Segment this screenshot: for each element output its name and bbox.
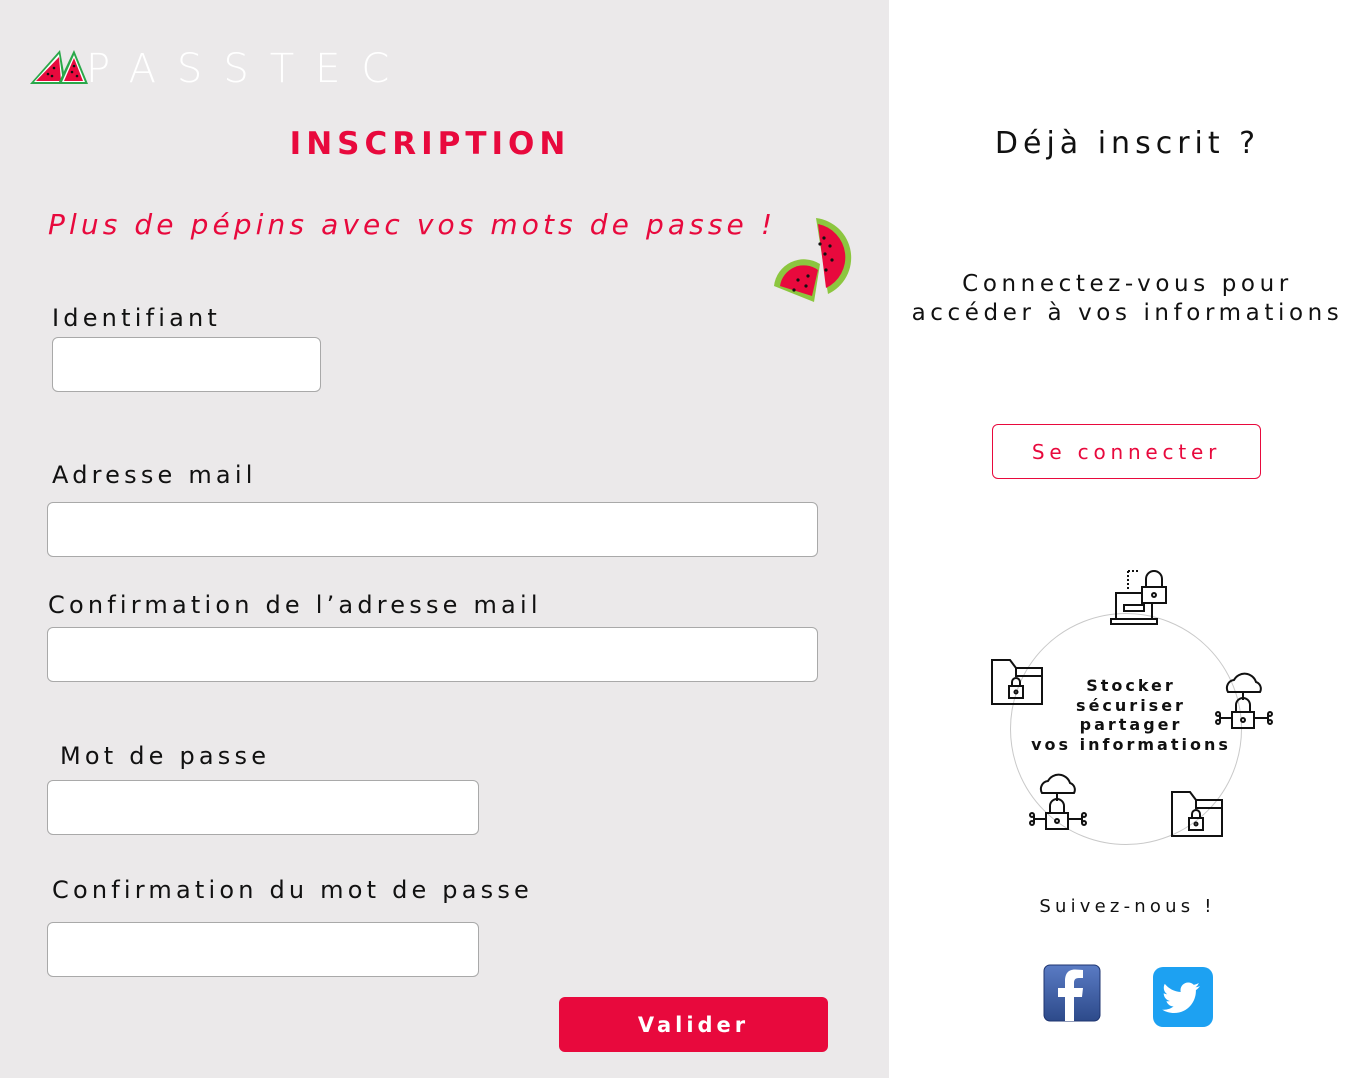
password-label: Mot de passe [60,742,271,770]
login-subtitle-line1: Connectez-vous pour [962,271,1293,297]
password-confirm-input[interactable] [47,922,479,977]
email-confirm-label: Confirmation de l’adresse mail [48,591,542,619]
email-input[interactable] [47,502,818,557]
twitter-icon[interactable] [1152,966,1214,1028]
watermelon-icon [30,50,88,84]
password-input[interactable] [47,780,479,835]
cloud-lock-icon [1029,773,1087,830]
folder-lock-icon [991,659,1043,705]
login-subtitle-line2: accéder à vos informations [911,300,1344,326]
password-confirm-label: Confirmation du mot de passe [52,876,534,904]
features-line: vos informations [1031,734,1231,754]
login-button[interactable]: Se connecter [992,424,1261,479]
username-label: Identifiant [52,304,222,332]
username-input[interactable] [52,337,321,392]
login-title: Déjà inscrit ? [994,126,1261,161]
folder-lock-icon [1171,791,1223,837]
signup-tagline: Plus de pépins avec vos mots de passe ! [48,208,777,241]
submit-button[interactable]: Valider [559,997,828,1052]
brand-name: PASSTEC [86,46,411,92]
social-title: Suivez-nous ! [1039,896,1216,917]
email-confirm-input[interactable] [47,627,818,682]
watermelon-icon [774,218,852,302]
email-label: Adresse mail [52,461,257,489]
laptop-lock-icon [1110,570,1167,625]
facebook-icon[interactable] [1043,964,1101,1022]
signup-title: INSCRIPTION [289,126,571,162]
login-subtitle: Connectez-vous pour accéder à vos inform… [889,270,1366,328]
cloud-lock-icon [1215,672,1273,729]
